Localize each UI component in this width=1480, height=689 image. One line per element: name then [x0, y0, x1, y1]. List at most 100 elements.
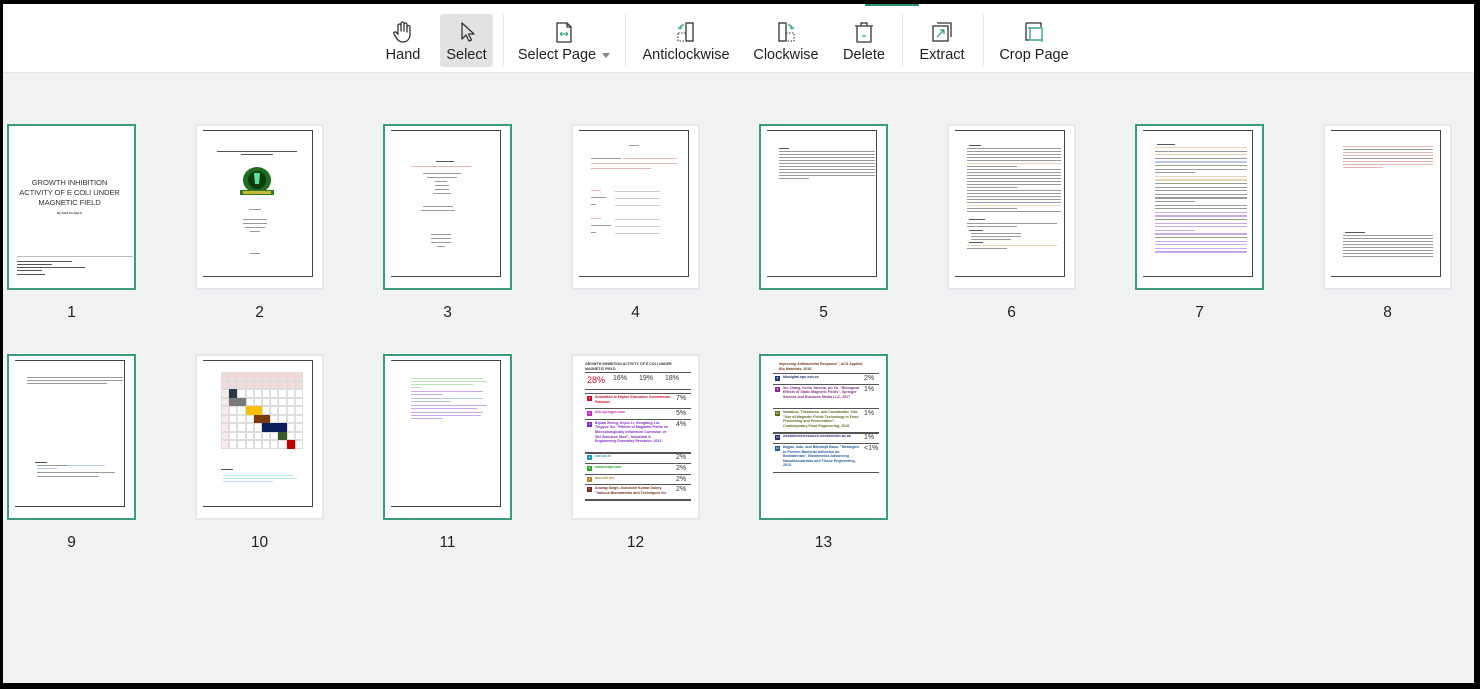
- gantt-bar: [229, 397, 246, 406]
- page-thumbnail[interactable]: Improving Antibacterial Response", ACS A…: [759, 354, 888, 520]
- text-line: [1155, 215, 1247, 217]
- text-line: [967, 151, 1061, 153]
- text-line: [1155, 237, 1247, 239]
- page-number: 7: [1195, 304, 1204, 321]
- divider: [773, 472, 879, 474]
- source-percentage: 2%: [676, 454, 687, 462]
- gantt-cell: [286, 406, 295, 415]
- gantt-cell: [286, 372, 295, 381]
- text-line: [1155, 240, 1247, 242]
- active-tab-indicator: [865, 4, 919, 6]
- gantt-cell: [270, 389, 279, 398]
- source-rank-badge: 11: [775, 435, 780, 441]
- text-line: [967, 160, 1061, 162]
- hand-tool-button[interactable]: Hand: [377, 14, 429, 67]
- text-line: [971, 233, 1021, 235]
- source-text: Xin Zhang, Kevin Yarema, An Xu. "Biologi…: [783, 385, 859, 399]
- hand-label: Hand: [385, 47, 421, 63]
- source-percentage: 5%: [676, 410, 687, 418]
- gantt-cell: [253, 440, 262, 449]
- gantt-cell: [221, 372, 230, 381]
- extract-pages-button[interactable]: Extract: [915, 14, 969, 67]
- source-percentage: 1%: [864, 434, 875, 442]
- text-line: [1155, 226, 1247, 228]
- similarity-score: 28%: [587, 375, 606, 385]
- page-thumbnail[interactable]: [759, 124, 888, 290]
- source-rank-badge: 4: [587, 455, 592, 461]
- rotate-clockwise-button[interactable]: Clockwise: [751, 14, 821, 67]
- source-text: westminsterresearch.westminster.ac.uk: [783, 434, 851, 439]
- gantt-cell: [262, 440, 271, 449]
- source-rank-badge: 1: [587, 396, 592, 401]
- page-thumbnail[interactable]: [1323, 124, 1452, 290]
- text-line: [223, 478, 297, 480]
- gantt-cell: [262, 397, 271, 406]
- text-line: [1155, 161, 1247, 163]
- chevron-down-icon: [602, 52, 611, 58]
- cursor-arrow-icon: [460, 22, 475, 42]
- source-rank-badge: 5: [587, 466, 592, 471]
- rotate-anticlockwise-button[interactable]: Anticlockwise: [641, 14, 731, 67]
- gantt-cell: [229, 406, 238, 415]
- select-page-dropdown[interactable]: Select Page: [516, 14, 612, 67]
- page-thumbnail[interactable]: [7, 354, 136, 520]
- text-line: [967, 148, 1061, 150]
- select-tool-button[interactable]: Select: [440, 14, 493, 67]
- gantt-cell: [262, 372, 271, 381]
- text-line: [967, 223, 1057, 225]
- page-organizer-window: Hand Select Select Page Anticlockwise Cl…: [3, 4, 1474, 683]
- text-line: [1155, 186, 1247, 188]
- extract-label: Extract: [919, 47, 965, 63]
- page-number: 4: [631, 304, 640, 321]
- divider: [585, 389, 691, 391]
- similarity-score: 18%: [665, 375, 680, 382]
- gantt-cell: [294, 414, 303, 423]
- gantt-cell: [229, 423, 238, 432]
- text-line: [1155, 165, 1247, 167]
- gantt-cell: [278, 389, 287, 398]
- cover-byline: By Abid Arshad A: [56, 211, 83, 215]
- source-text: bibdigital.epn.edu.ec: [783, 375, 819, 379]
- page-thumbnail[interactable]: [571, 124, 700, 290]
- gantt-cell: [229, 440, 238, 449]
- page-thumbnail[interactable]: [195, 354, 324, 520]
- toolbar: Hand Select Select Page Anticlockwise Cl…: [3, 4, 1474, 73]
- text-line: [221, 469, 233, 471]
- text-line: [223, 475, 293, 477]
- page-thumbnail[interactable]: GROWTH INHIBITION ACTIVITY OF E COLI UND…: [7, 124, 136, 290]
- text-line: [969, 230, 983, 232]
- source-percentage: 1%: [864, 385, 875, 393]
- crop-page-button[interactable]: Crop Page: [996, 14, 1072, 67]
- page-number: 9: [67, 534, 76, 551]
- page-thumbnail[interactable]: [1135, 124, 1264, 290]
- gantt-cell: [229, 414, 238, 423]
- cover-title: GROWTH INHIBITION ACTIVITY OF E COLI UND…: [19, 178, 120, 207]
- text-line: [1155, 168, 1247, 170]
- page-thumbnail[interactable]: [195, 124, 324, 290]
- text-line: [223, 481, 273, 483]
- text-line: [1155, 175, 1247, 178]
- source-text: www.mdpi.com: [595, 465, 622, 469]
- source-text: Submitted to Higher Education Commission…: [595, 395, 671, 404]
- page-number: 5: [819, 304, 828, 321]
- page-thumbnail[interactable]: [947, 124, 1076, 290]
- gantt-cell: [278, 372, 287, 381]
- page-thumbnail[interactable]: [383, 354, 512, 520]
- delete-page-button[interactable]: Delete: [837, 14, 891, 67]
- delete-label: Delete: [843, 47, 885, 63]
- gantt-cell: [286, 423, 295, 432]
- gantt-cell: [221, 406, 230, 415]
- gantt-bar: [229, 389, 238, 398]
- text-line: [967, 181, 1061, 183]
- page-thumbnail[interactable]: [383, 124, 512, 290]
- gantt-cell: [270, 406, 279, 415]
- page-thumbnail[interactable]: GROWTH INHIBITION ACTIVITY OF E COLI UND…: [571, 354, 700, 520]
- gantt-cell: [270, 397, 279, 406]
- gantt-cell: [237, 380, 246, 389]
- source-percentage: 2%: [676, 465, 687, 472]
- similarity-score: 19%: [639, 375, 654, 382]
- gantt-cell: [221, 431, 230, 440]
- gantt-cell: [286, 431, 295, 440]
- page-number: 1: [67, 304, 76, 321]
- page-number: 3: [443, 304, 452, 321]
